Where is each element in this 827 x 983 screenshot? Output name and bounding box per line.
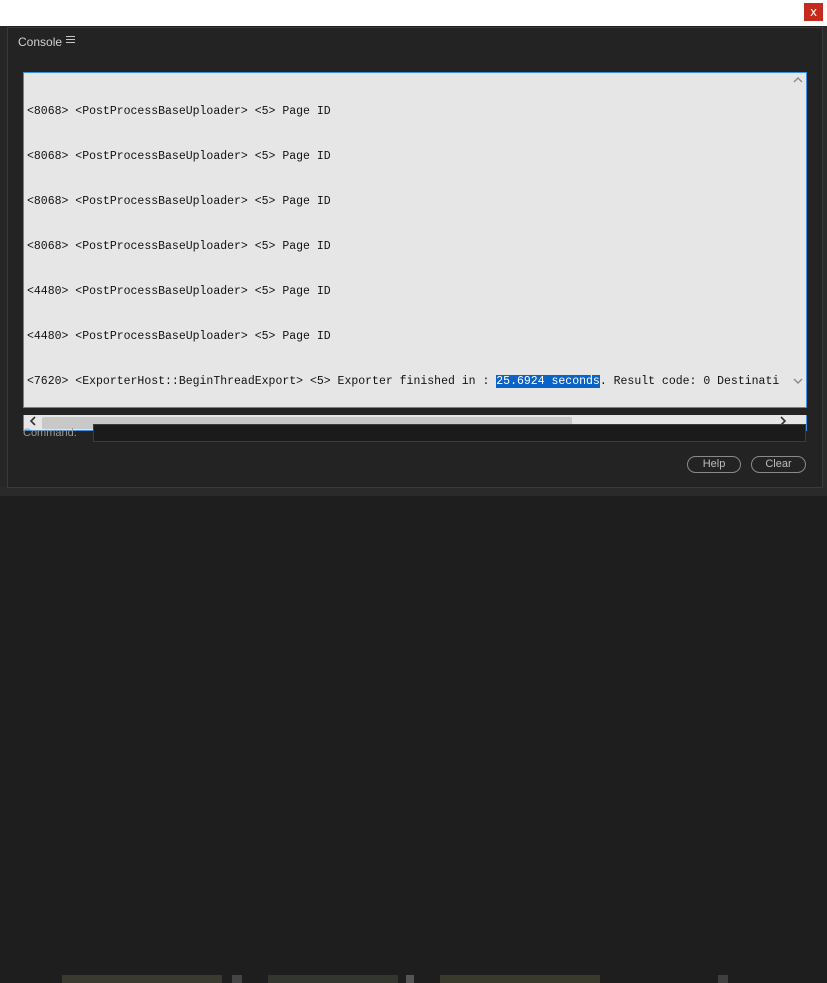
selected-text: 25.6924 seconds xyxy=(496,375,600,388)
background-thumbnail xyxy=(406,975,414,983)
top-bar xyxy=(0,0,827,26)
command-input[interactable] xyxy=(93,424,806,442)
close-button[interactable]: x xyxy=(804,3,823,21)
chevron-up-icon[interactable] xyxy=(791,75,805,87)
command-label: Command: xyxy=(23,427,77,439)
background-thumbnail xyxy=(718,975,728,983)
log-line: <7620> <ExporterHost::BeginThreadExport>… xyxy=(27,374,789,389)
log-line: <8068> <PostProcessBaseUploader> <5> Pag… xyxy=(27,240,331,253)
console-log[interactable]: <8068> <PostProcessBaseUploader> <5> Pag… xyxy=(23,72,807,408)
clear-button[interactable]: Clear xyxy=(751,456,806,473)
panel-title: Console xyxy=(18,35,63,49)
log-text: <7620> <ExporterHost::BeginThreadExport>… xyxy=(27,375,497,388)
log-line: <8068> <PostProcessBaseUploader> <5> Pag… xyxy=(27,195,331,208)
log-lines: <8068> <PostProcessBaseUploader> <5> Pag… xyxy=(27,74,789,407)
log-line: <4480> <PostProcessBaseUploader> <5> Pag… xyxy=(27,285,331,298)
log-line: <4480> <PostProcessBaseUploader> <5> Pag… xyxy=(27,330,331,343)
chevron-down-icon[interactable] xyxy=(791,376,805,388)
help-button[interactable]: Help xyxy=(687,456,741,473)
log-line: <8068> <PostProcessBaseUploader> <5> Pag… xyxy=(27,150,331,163)
background-thumbnail xyxy=(62,975,222,983)
log-line: <8068> <PostProcessBaseUploader> <5> Pag… xyxy=(27,105,331,118)
console-panel: Console <8068> <PostProcessBaseUploader>… xyxy=(7,27,823,488)
background-thumbnail xyxy=(440,975,600,983)
background-thumbnail xyxy=(232,975,242,983)
log-text: . Result code: 0 Destinati xyxy=(599,375,780,388)
background-bottom-strip xyxy=(0,487,827,983)
vertical-scrollbar[interactable] xyxy=(791,74,805,392)
hamburger-menu-icon[interactable] xyxy=(66,36,75,46)
background-thumbnail xyxy=(268,975,398,983)
